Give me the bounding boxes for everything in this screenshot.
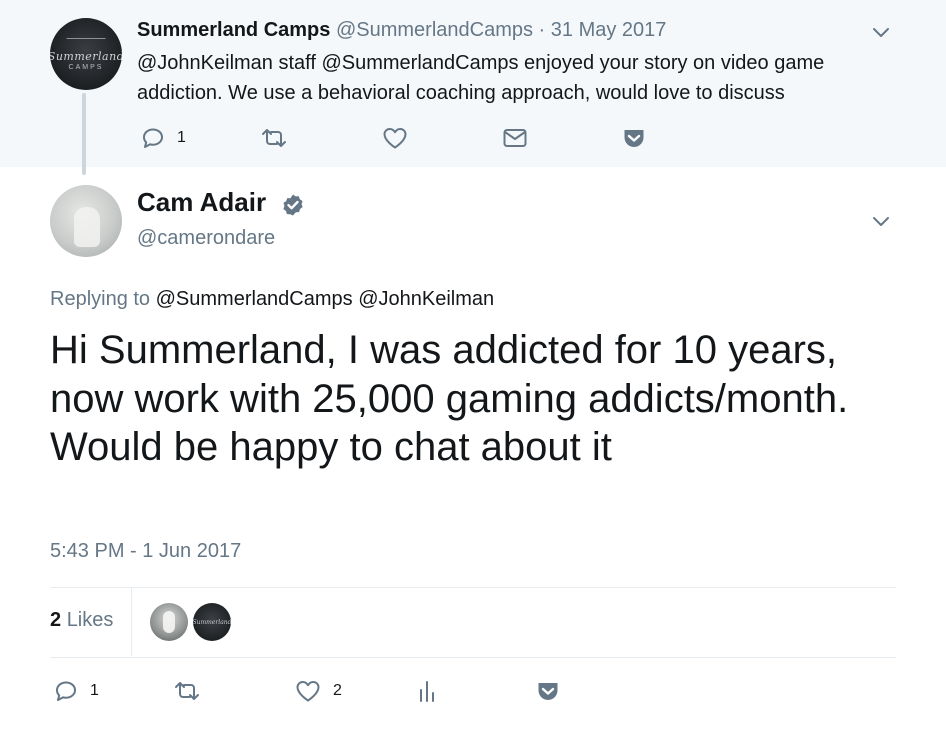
parent-tweet-header: Summerland Camps @SummerlandCamps · 31 M… xyxy=(137,19,666,42)
retweet-icon xyxy=(175,682,199,700)
like-icon xyxy=(296,681,320,702)
reply-icon xyxy=(143,128,163,148)
liker-avatar-summerland-camps[interactable]: Summerland xyxy=(192,603,232,641)
likes-summary[interactable]: 2 Likes xyxy=(50,609,113,632)
chevron-down-icon xyxy=(873,28,889,37)
main-tweet-actions: 1 2 xyxy=(54,679,574,705)
likes-label: Likes xyxy=(66,609,114,631)
thread-connector-line xyxy=(82,93,86,175)
pocket-button[interactable] xyxy=(622,126,646,150)
retweet-icon xyxy=(262,129,286,147)
parent-tweet[interactable]: Summerland CAMPS Summerland Camps @Summe… xyxy=(0,0,946,167)
liker-logo-text: Summerland xyxy=(192,618,232,626)
like-icon xyxy=(383,128,407,149)
logo-roof xyxy=(66,37,106,48)
likes-count: 2 xyxy=(50,609,62,631)
main-reply-button[interactable]: 1 xyxy=(54,679,99,703)
direct-message-icon xyxy=(503,129,527,147)
pocket-icon xyxy=(624,130,644,147)
direct-message-button[interactable] xyxy=(502,126,528,150)
liker-figure xyxy=(163,611,175,633)
main-author-name[interactable]: Cam Adair xyxy=(137,187,266,218)
replying-to: Replying to @SummerlandCamps @JohnKeilma… xyxy=(50,288,494,311)
avatar-logo-text: Summerland xyxy=(50,49,122,63)
main-pocket-button[interactable] xyxy=(536,679,560,703)
main-reply-count: 1 xyxy=(90,682,99,699)
main-tweet-menu-button[interactable] xyxy=(872,215,889,231)
likes-vertical-divider xyxy=(131,588,132,656)
retweet-button[interactable] xyxy=(260,126,288,150)
main-tweet-text: Hi Summerland, I was addicted for 10 yea… xyxy=(50,328,849,469)
main-tweet-timestamp[interactable]: 5:43 PM - 1 Jun 2017 xyxy=(50,540,241,563)
pocket-icon xyxy=(538,683,558,700)
reply-count: 1 xyxy=(177,129,186,146)
replying-mentions[interactable]: @SummerlandCamps @JohnKeilman xyxy=(156,288,495,310)
liker-avatar-cam-adair[interactable] xyxy=(150,603,188,641)
main-author-handle[interactable]: @camerondare xyxy=(137,227,275,250)
avatar-figure xyxy=(74,207,100,247)
main-like-count: 2 xyxy=(333,682,342,699)
chevron-down-icon xyxy=(873,217,889,226)
parent-tweet-text: @JohnKeilman staff @SummerlandCamps enjo… xyxy=(137,52,825,104)
parent-author-handle[interactable]: @SummerlandCamps xyxy=(336,19,533,41)
cam-adair-avatar[interactable] xyxy=(50,185,122,257)
divider-bottom xyxy=(50,657,896,658)
analytics-button[interactable] xyxy=(417,679,437,703)
reply-button[interactable]: 1 xyxy=(141,126,186,150)
summerland-camps-avatar[interactable]: Summerland CAMPS xyxy=(50,18,122,90)
like-button[interactable] xyxy=(382,126,408,150)
parent-tweet-actions: 1 xyxy=(141,126,661,152)
header-separator: · xyxy=(538,19,546,41)
avatar-logo-caps: CAMPS xyxy=(68,63,104,71)
verified-badge-icon xyxy=(281,193,305,217)
reply-icon xyxy=(56,681,76,701)
analytics-icon xyxy=(420,681,434,702)
parent-tweet-date[interactable]: 31 May 2017 xyxy=(551,19,667,41)
main-like-button[interactable]: 2 xyxy=(295,679,342,703)
main-retweet-button[interactable] xyxy=(173,679,201,703)
parent-tweet-menu-button[interactable] xyxy=(872,26,889,42)
likes-stats: 2 Likes Summerland xyxy=(50,588,896,656)
parent-author-name[interactable]: Summerland Camps xyxy=(137,19,330,41)
replying-prefix: Replying to xyxy=(50,288,151,310)
